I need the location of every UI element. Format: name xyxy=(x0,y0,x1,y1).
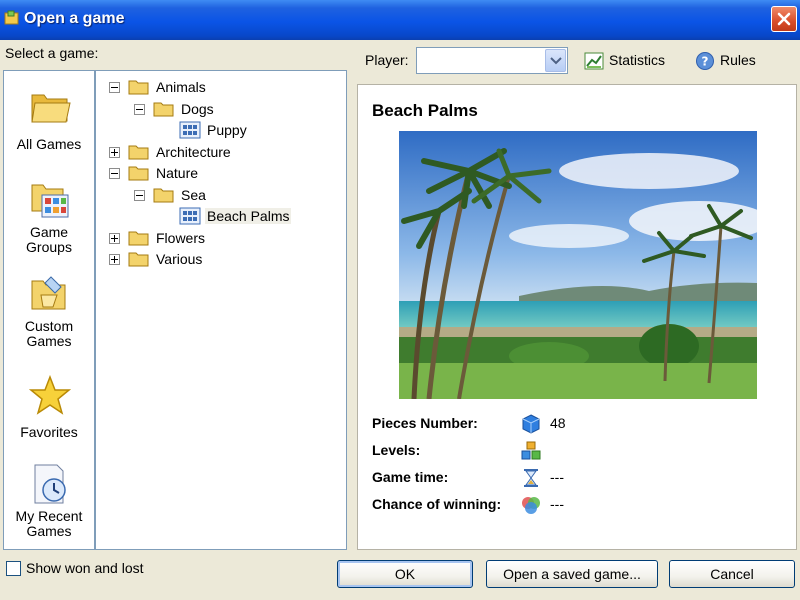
close-button[interactable] xyxy=(771,6,797,32)
chance-of-winning-value: --- xyxy=(550,496,564,512)
open-saved-game-button[interactable]: Open a saved game... xyxy=(486,560,658,588)
sidebar-item-all-games[interactable]: All Games xyxy=(4,85,94,173)
sidebar-item-my-recent-games[interactable]: My Recent Games xyxy=(4,463,94,551)
player-dropdown-button[interactable] xyxy=(545,49,566,72)
star-icon xyxy=(29,375,71,415)
cancel-button[interactable]: Cancel xyxy=(669,560,795,588)
folder-icon xyxy=(128,166,149,181)
folder-icon xyxy=(153,102,174,117)
game-time-value: --- xyxy=(550,469,564,485)
statistics-label: Statistics xyxy=(609,52,666,68)
tree-node-label: Nature xyxy=(156,165,199,181)
checkbox-box[interactable] xyxy=(6,561,21,576)
sidebar-item-game-groups[interactable]: Game Groups xyxy=(4,179,94,267)
game-tree: Animals Dogs Puppy Architecture Nature S… xyxy=(95,70,347,550)
tree-node-label: Animals xyxy=(156,79,206,95)
blocks-icon xyxy=(521,441,541,460)
expand-icon[interactable] xyxy=(109,233,120,244)
tree-node-label: Architecture xyxy=(156,144,231,160)
game-detail-panel: Beach Palms Pieces Number: 48 Levels: Ga… xyxy=(357,84,797,550)
ok-button[interactable]: OK xyxy=(337,560,473,588)
chart-icon xyxy=(584,52,604,70)
tree-node-label: Beach Palms xyxy=(205,208,292,224)
puzzle-game-icon xyxy=(179,207,201,225)
levels-row: Levels: xyxy=(372,440,792,462)
chance-of-winning-row: Chance of winning: --- xyxy=(372,494,792,516)
sidebar-item-label: All Games xyxy=(16,136,82,152)
collapse-icon[interactable] xyxy=(109,168,120,179)
tree-node-label: Sea xyxy=(181,187,206,203)
rules-label: Rules xyxy=(720,52,756,68)
statistics-button[interactable]: Statistics xyxy=(584,50,684,72)
hourglass-icon xyxy=(524,469,538,487)
sidebar-item-label: Game Groups xyxy=(26,224,72,255)
game-title: Beach Palms xyxy=(372,101,478,120)
sidebar-item-label: My Recent Games xyxy=(15,508,83,539)
chance-of-winning-label: Chance of winning: xyxy=(372,496,502,512)
tree-node-label: Dogs xyxy=(181,101,214,117)
close-icon xyxy=(777,12,791,26)
pieces-number-label: Pieces Number: xyxy=(372,415,478,431)
collapse-icon[interactable] xyxy=(134,190,145,201)
tree-node-label: Various xyxy=(156,251,203,267)
game-time-row: Game time: --- xyxy=(372,467,792,489)
select-game-label: Select a game: xyxy=(5,45,99,61)
folder-icon xyxy=(153,188,174,203)
show-won-lost-label: Show won and lost xyxy=(26,560,144,576)
puzzle-app-icon xyxy=(4,10,19,25)
chance-icon xyxy=(522,497,540,514)
recent-games-icon xyxy=(34,464,66,504)
folder-icon xyxy=(128,231,149,246)
help-icon: ? xyxy=(696,52,714,70)
folder-icon xyxy=(128,80,149,95)
sidebar-item-favorites[interactable]: Favorites xyxy=(4,375,94,463)
folder-icon xyxy=(128,145,149,160)
tree-node-label: Flowers xyxy=(156,230,206,246)
chevron-down-icon xyxy=(550,57,562,65)
open-game-dialog: Open a game Select a game: Player: Stati… xyxy=(0,0,800,600)
game-groups-icon xyxy=(31,184,69,218)
pieces-number-row: Pieces Number: 48 xyxy=(372,413,792,435)
cube-icon xyxy=(522,414,540,434)
folder-icon xyxy=(31,94,71,123)
folder-icon xyxy=(128,252,149,267)
svg-text:?: ? xyxy=(702,55,709,69)
player-dropdown[interactable] xyxy=(416,47,568,74)
category-sidebar: All Games Game Groups Custom Games Favor… xyxy=(3,70,95,550)
tree-node-label: Puppy xyxy=(207,122,247,138)
puzzle-game-icon xyxy=(179,121,201,139)
player-label: Player: xyxy=(365,52,409,68)
levels-label: Levels: xyxy=(372,442,421,458)
collapse-icon[interactable] xyxy=(134,104,145,115)
title-bar[interactable]: Open a game xyxy=(0,0,800,40)
sidebar-item-label: Custom Games xyxy=(24,318,74,349)
pieces-number-value: 48 xyxy=(550,415,566,431)
sidebar-item-label: Favorites xyxy=(20,424,78,440)
collapse-icon[interactable] xyxy=(109,82,120,93)
sidebar-item-custom-games[interactable]: Custom Games xyxy=(4,273,94,361)
expand-icon[interactable] xyxy=(109,147,120,158)
custom-games-icon xyxy=(31,276,66,310)
game-preview-image xyxy=(399,131,757,399)
game-time-label: Game time: xyxy=(372,469,449,485)
window-title: Open a game xyxy=(24,10,125,27)
expand-icon[interactable] xyxy=(109,254,120,265)
rules-button[interactable]: ? Rules xyxy=(695,50,775,72)
